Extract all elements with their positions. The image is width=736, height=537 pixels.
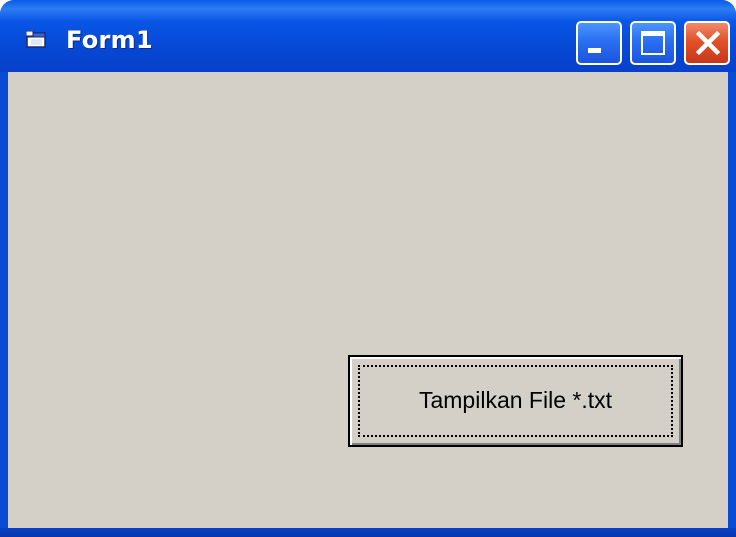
maximize-button[interactable] xyxy=(630,21,676,65)
window-title: Form1 xyxy=(66,26,153,54)
title-bar[interactable]: Form1 xyxy=(0,0,736,72)
maximize-icon xyxy=(641,31,665,55)
form-client-area xyxy=(8,72,728,528)
close-button[interactable] xyxy=(684,21,730,65)
window-bottom-border xyxy=(0,528,736,537)
form-window: Form1 Tampilkan File *.txt xyxy=(0,0,736,537)
close-icon xyxy=(695,30,721,56)
show-txt-files-button[interactable]: Tampilkan File *.txt xyxy=(348,355,683,447)
minimize-icon xyxy=(588,48,601,53)
minimize-button[interactable] xyxy=(576,21,622,65)
show-txt-files-button-label: Tampilkan File *.txt xyxy=(418,387,612,413)
vb-form-icon xyxy=(26,31,46,48)
